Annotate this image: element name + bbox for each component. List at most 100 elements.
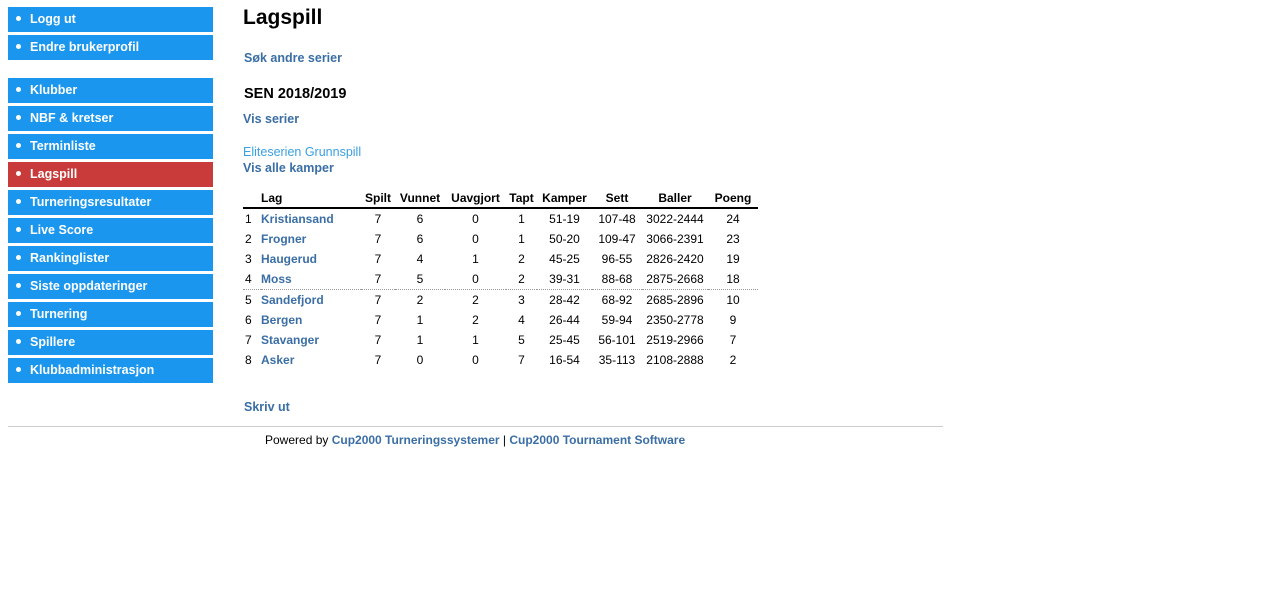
team-link[interactable]: Sandefjord [261,293,324,307]
cell-won: 5 [395,269,445,290]
footer: Powered by Cup2000 Turneringssystemer | … [265,433,685,447]
bullet-icon [16,143,21,149]
cell-won: 6 [416,212,424,226]
cell-drawn: 0 [472,212,479,226]
cell-team: Kristiansand [261,208,361,229]
cell-sets: 88-68 [592,269,642,290]
table-row: 4 Moss 7 5 0 2 39-31 88-68 2875-2668 18 [243,269,758,290]
nav-item-label: Logg ut [30,12,76,26]
cell-played: 7 [374,333,382,347]
cell-sets: 96-55 [601,252,633,266]
nav-item-tournament[interactable]: Turnering [8,302,213,327]
bullet-icon [16,199,21,205]
team-link[interactable]: Moss [261,272,292,286]
cell-matches: 16-54 [549,353,580,367]
cell-position: 2 [245,232,252,246]
cell-balls: 2875-2668 [642,269,708,290]
team-link[interactable]: Kristiansand [261,212,334,226]
bullet-icon [16,227,21,233]
search-other-series-link[interactable]: Søk andre serier [244,51,342,65]
table-row: 2 Frogner 7 6 0 1 50-20 109-47 3066-2391 23 [243,229,758,249]
table-row: 3 Haugerud 7 4 1 2 45-25 96-55 2826-2420 19 [243,249,758,269]
cell-balls: 2350-2778 [646,313,704,327]
col-header-balls: Baller [642,188,708,209]
cell-balls: 2108-2888 [646,353,704,367]
cell-drawn: 0 [472,232,479,246]
footer-separator: | [499,433,510,447]
cell-balls: 2685-2896 [646,293,704,307]
cell-played: 7 [361,269,395,290]
bullet-icon [16,16,21,22]
nav-item-clubs[interactable]: Klubber [8,78,213,103]
nav-item-players[interactable]: Spillere [8,330,213,355]
series-name-link[interactable]: Eliteserien Grunnspill [243,145,361,159]
nav-item-edit-profile[interactable]: Endre brukerprofil [8,35,213,60]
nav-item-label: Lagspill [30,167,78,181]
page-title: Lagspill [243,6,323,29]
nav-item-label: Endre brukerprofil [30,40,140,54]
cell-won: 2 [416,293,424,307]
cell-points: 10 [726,293,740,307]
cell-lost: 1 [518,212,525,226]
team-link[interactable]: Asker [261,353,294,367]
show-all-matches-link[interactable]: Vis alle kamper [243,161,334,175]
table-row: 5 Sandefjord 7 2 2 3 28-42 68-92 2685-2896 10 [243,290,758,311]
nav-item-label: Spillere [30,335,76,349]
nav-item-label: Turnering [30,307,88,321]
footer-link-norwegian[interactable]: Cup2000 Turneringssystemer [332,433,500,447]
col-header-points: Poeng [708,188,758,209]
nav-item-latest-updates[interactable]: Siste oppdateringer [8,274,213,299]
cell-matches: 28-42 [549,293,580,307]
nav-item-club-admin[interactable]: Klubbadministrasjon [8,358,213,383]
nav-item-schedule[interactable]: Terminliste [8,134,213,159]
nav-item-label: Live Score [30,223,94,237]
team-link[interactable]: Bergen [261,313,302,327]
cell-matches: 45-25 [549,252,580,266]
cell-position: 8 [245,353,252,367]
bullet-icon [16,311,21,317]
nav-item-live-score[interactable]: Live Score [8,218,213,243]
cell-position: 1 [245,212,252,226]
cell-position: 7 [245,333,252,347]
col-header-sets: Sett [592,188,642,209]
cell-drawn: 0 [445,269,506,290]
cell-lost: 2 [506,269,537,290]
nav-item-nbf-districts[interactable]: NBF & kretser [8,106,213,131]
season-heading: SEN 2018/2019 [244,86,347,102]
cell-points: 18 [708,269,758,290]
team-link[interactable]: Frogner [261,232,306,246]
bullet-icon [16,115,21,121]
cell-sets: 68-92 [601,293,633,307]
team-link[interactable]: Haugerud [261,252,317,266]
print-link[interactable]: Skriv ut [244,400,290,414]
cell-balls: 3022-2444 [646,212,704,226]
cell-won: 0 [416,353,424,367]
cell-sets: 59-94 [601,313,633,327]
cell-lost: 2 [518,252,525,266]
nav-item-label: Siste oppdateringer [30,279,148,293]
nav-item-label: NBF & kretser [30,111,114,125]
col-header-played: Spilt [361,188,395,209]
table-row: 8 Asker 7 0 0 7 16-54 35-113 2108-2888 2 [243,350,758,370]
cell-points: 19 [726,252,740,266]
nav-item-tournament-results[interactable]: Turneringsresultater [8,190,213,215]
bullet-icon [16,171,21,177]
col-header-drawn: Uavgjort [445,188,506,209]
cell-position: 5 [245,293,252,307]
cell-matches: 39-31 [537,269,592,290]
nav-item-logout[interactable]: Logg ut [8,7,213,32]
cell-matches: 51-19 [549,212,580,226]
nav-item-label: Rankinglister [30,251,110,265]
cell-team: Haugerud [261,249,361,269]
cell-points: 7 [729,333,737,347]
cell-position: 3 [245,252,252,266]
footer-link-english[interactable]: Cup2000 Tournament Software [509,433,685,447]
team-link[interactable]: Stavanger [261,333,319,347]
bullet-icon [16,255,21,261]
show-series-link[interactable]: Vis serier [243,112,299,126]
nav-item-team-play[interactable]: Lagspill [8,162,213,187]
nav-item-rankings[interactable]: Rankinglister [8,246,213,271]
cell-sets: 107-48 [598,212,636,226]
cell-drawn: 0 [472,353,479,367]
cell-sets: 109-47 [598,232,636,246]
